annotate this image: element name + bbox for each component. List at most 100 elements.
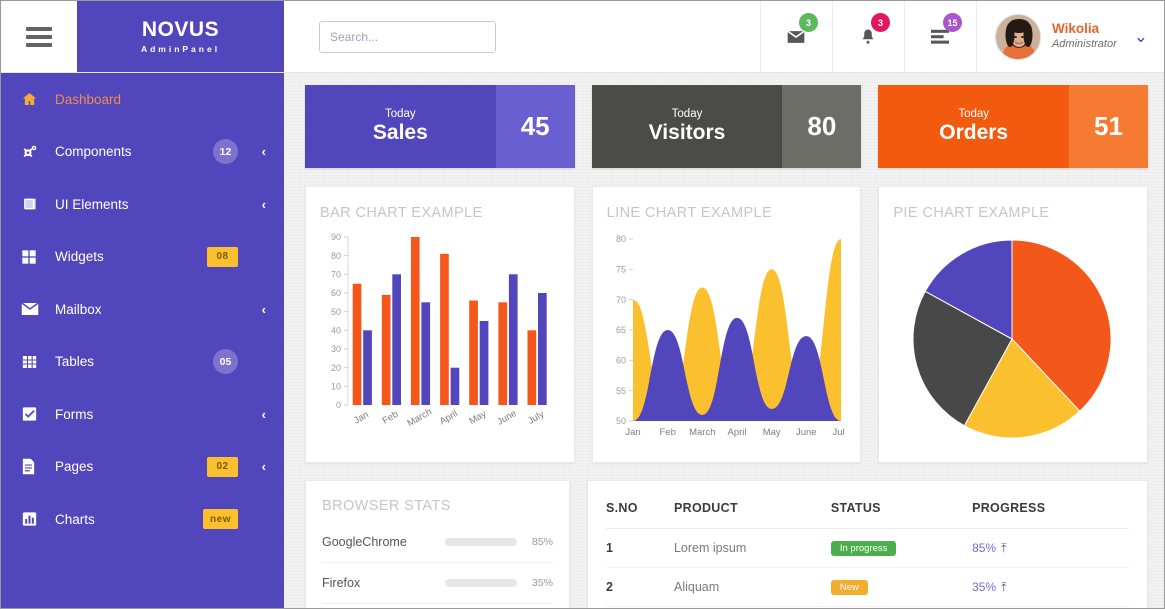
stat-card-orders[interactable]: Today Orders 51 [878, 85, 1149, 168]
brand-logo[interactable]: NOVUS AdminPanel [77, 1, 284, 72]
line-chart-card: LINE CHART EXAMPLE 50 55 60 65 70 75 80 Jan Feb M… [591, 186, 862, 463]
row-status: New [830, 567, 973, 607]
mail-button[interactable]: 3 [759, 1, 832, 72]
table-row[interactable]: 1 Lorem ipsum In progress 85% ⤒ [606, 528, 1129, 568]
notifications-badge: 3 [870, 13, 890, 32]
table-column-header: PROGRESS [972, 495, 1129, 529]
svg-text:June: June [495, 408, 518, 428]
sidebar-item-mailbox[interactable]: Mailbox ‹ [1, 283, 284, 336]
table-column-header: PRODUCT [673, 495, 831, 529]
table-column-header: S.NO [606, 495, 674, 529]
svg-text:50: 50 [616, 416, 626, 426]
grid-icon [21, 249, 55, 265]
sidebar-item-components[interactable]: Components 12 ‹ [1, 126, 284, 179]
svg-text:Feb: Feb [659, 427, 675, 438]
bar [450, 367, 460, 405]
sidebar-item-label: Components [55, 144, 132, 160]
avatar [994, 13, 1041, 60]
notifications-button[interactable]: 3 [831, 1, 904, 72]
bar-chart-icon [21, 511, 55, 527]
svg-text:50: 50 [331, 307, 341, 317]
file-icon [21, 458, 55, 475]
bar [527, 330, 537, 405]
line-chart-title: LINE CHART EXAMPLE [606, 205, 773, 221]
svg-text:May: May [467, 408, 488, 427]
sidebar-item-badge: new [203, 509, 238, 530]
user-role: Administrator [1051, 38, 1117, 51]
svg-text:0: 0 [336, 400, 341, 410]
svg-text:March: March [689, 427, 715, 438]
row-sno: 1 [606, 528, 674, 568]
sidebar-item-ui-elements[interactable]: UI Elements ‹ [1, 178, 284, 231]
chevron-left-icon: ‹ [261, 144, 266, 160]
bar [538, 293, 547, 405]
pie-chart-plot [893, 229, 1133, 451]
user-meta: Wikolia Administrator [1052, 21, 1117, 52]
svg-text:10: 10 [331, 382, 341, 392]
stat-label: Visitors [648, 121, 726, 144]
sidebar-item-forms[interactable]: Forms ‹ [1, 388, 284, 441]
search-area [284, 1, 760, 72]
sidebar-item-dashboard[interactable]: Dashboard [1, 73, 284, 126]
stat-period: Today [671, 108, 703, 120]
sidebar-item-label: Forms [55, 406, 94, 422]
product-table-card: S.NO PRODUCT STATUS PROGRESS 1 Lorem ipsum In… [587, 480, 1148, 608]
admin-dashboard: NOVUS AdminPanel 3 3 [0, 0, 1165, 609]
top-navbar: NOVUS AdminPanel 3 3 [1, 1, 1164, 73]
user-menu[interactable]: Wikolia Administrator ⌄ [975, 1, 1164, 72]
stat-card-sales[interactable]: Today Sales 45 [305, 85, 575, 168]
bar-chart-plot: 0 10 20 30 40 50 60 70 80 90 Jan Feb March April May Ju… [320, 229, 560, 451]
stat-value: 80 [782, 85, 862, 168]
sidebar-item-widgets[interactable]: Widgets 08 [1, 231, 284, 284]
sidebar-item-tables[interactable]: Tables 05 [1, 336, 284, 389]
avatar-image [995, 14, 1040, 59]
svg-text:90: 90 [331, 232, 341, 242]
sidebar-item-label: Mailbox [55, 301, 102, 317]
brand-subtitle: AdminPanel [140, 44, 221, 55]
progress-value: 85% [972, 540, 997, 555]
sidebar-item-charts[interactable]: Charts new [1, 493, 284, 546]
browser-progress-bar [445, 538, 517, 546]
sidebar-item-badge: 02 [207, 456, 238, 477]
svg-text:60: 60 [331, 288, 341, 298]
stat-label: Orders [939, 121, 1009, 144]
book-icon [21, 196, 55, 212]
bar [363, 330, 372, 405]
main-content: Today Sales 45 Today Visitors 80 Today O… [284, 73, 1164, 608]
table-header-row: S.NO PRODUCT STATUS PROGRESS [606, 495, 1129, 529]
chevron-left-icon: ‹ [261, 406, 266, 422]
browser-stats-title: BROWSER STATS [322, 498, 451, 514]
svg-text:May: May [762, 427, 780, 438]
svg-text:65: 65 [616, 325, 626, 335]
search-input[interactable] [319, 20, 496, 53]
bar-chart-title: BAR CHART EXAMPLE [320, 205, 483, 221]
mail-badge: 3 [798, 13, 818, 32]
chevron-down-icon: ⌄ [1133, 26, 1148, 46]
sidebar-item-pages[interactable]: Pages 02 ‹ [1, 441, 284, 494]
hamburger-icon [26, 26, 52, 47]
svg-text:April: April [727, 427, 746, 438]
sidebar-toggle-button[interactable] [1, 1, 77, 72]
browser-progress-bar [445, 579, 517, 587]
svg-text:June: June [796, 427, 817, 438]
bar [421, 302, 431, 405]
arrow-up-icon: ⤒ [1001, 540, 1007, 555]
browser-percent: 35% [531, 577, 553, 589]
stat-label: Sales [372, 121, 428, 144]
row-sno: 2 [606, 567, 674, 607]
row-progress: 85% ⤒ [972, 528, 1129, 568]
svg-text:July: July [526, 409, 546, 427]
stat-period: Today [384, 108, 416, 120]
tasks-button[interactable]: 15 [903, 1, 976, 72]
brand-title: NOVUS [141, 17, 220, 41]
row-status: In progress [830, 528, 973, 568]
table-icon [21, 354, 55, 370]
stat-card-visitors[interactable]: Today Visitors 80 [591, 85, 862, 168]
bar [392, 274, 401, 405]
table-row[interactable]: 2 Aliquam New 35% ⤒ [606, 567, 1129, 607]
table-body: 1 Lorem ipsum In progress 85% ⤒ 2 Aliquam New 35… [606, 528, 1129, 607]
pie-chart-title: PIE CHART EXAMPLE [893, 205, 1050, 221]
row-product: Aliquam [673, 567, 831, 607]
pie-chart-card: PIE CHART EXAMPLE [878, 186, 1149, 463]
svg-text:55: 55 [616, 386, 626, 396]
